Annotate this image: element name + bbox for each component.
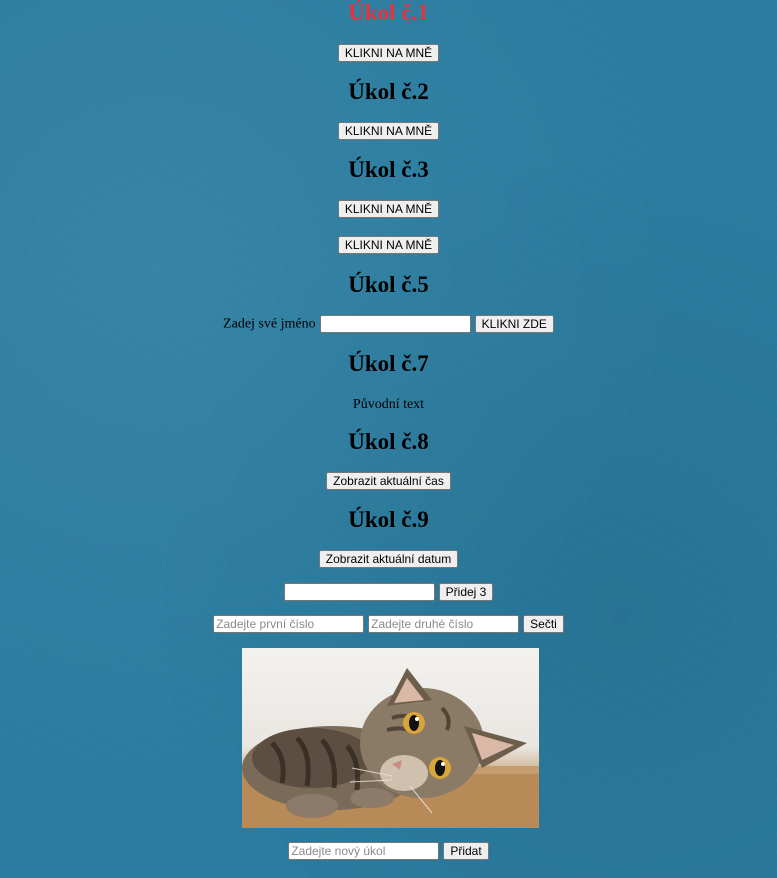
show-date-button[interactable]: Zobrazit aktuální datum bbox=[318, 550, 459, 569]
new-task-input[interactable] bbox=[288, 842, 440, 861]
name-label: Zadej své jméno bbox=[223, 316, 316, 332]
task-5-title: Úkol č.5 bbox=[348, 272, 429, 297]
show-time-button[interactable]: Zobrazit aktuální čas bbox=[326, 472, 451, 491]
submit-name-button[interactable]: KLIKNI ZDE bbox=[474, 315, 554, 334]
task-2-title: Úkol č.2 bbox=[348, 79, 429, 104]
task-1-section: Úkol č.1 bbox=[0, 0, 777, 26]
first-number-input[interactable] bbox=[213, 615, 365, 634]
task-9-title: Úkol č.9 bbox=[348, 507, 429, 532]
task-2-click-button[interactable]: KLIKNI NA MNĚ bbox=[337, 122, 440, 141]
original-text: Původní text bbox=[352, 397, 425, 412]
add-three-button[interactable]: Přidej 3 bbox=[438, 583, 494, 602]
task-8-title: Úkol č.8 bbox=[348, 429, 429, 454]
task-3-title: Úkol č.3 bbox=[348, 157, 429, 182]
sum-button[interactable]: Sečti bbox=[523, 615, 564, 634]
add-task-button[interactable]: Přidat bbox=[443, 842, 489, 861]
task-1-title: Úkol č.1 bbox=[348, 0, 429, 25]
add-three-input[interactable] bbox=[283, 583, 435, 602]
task-3-click-button-2[interactable]: KLIKNI NA MNĚ bbox=[337, 236, 440, 255]
cat-image bbox=[242, 648, 539, 828]
name-input[interactable] bbox=[319, 315, 471, 334]
task-3-click-button-1[interactable]: KLIKNI NA MNĚ bbox=[337, 200, 440, 219]
task-1-click-button[interactable]: KLIKNI NA MNĚ bbox=[337, 44, 440, 63]
task-7-title: Úkol č.7 bbox=[348, 351, 429, 376]
second-number-input[interactable] bbox=[368, 615, 520, 634]
